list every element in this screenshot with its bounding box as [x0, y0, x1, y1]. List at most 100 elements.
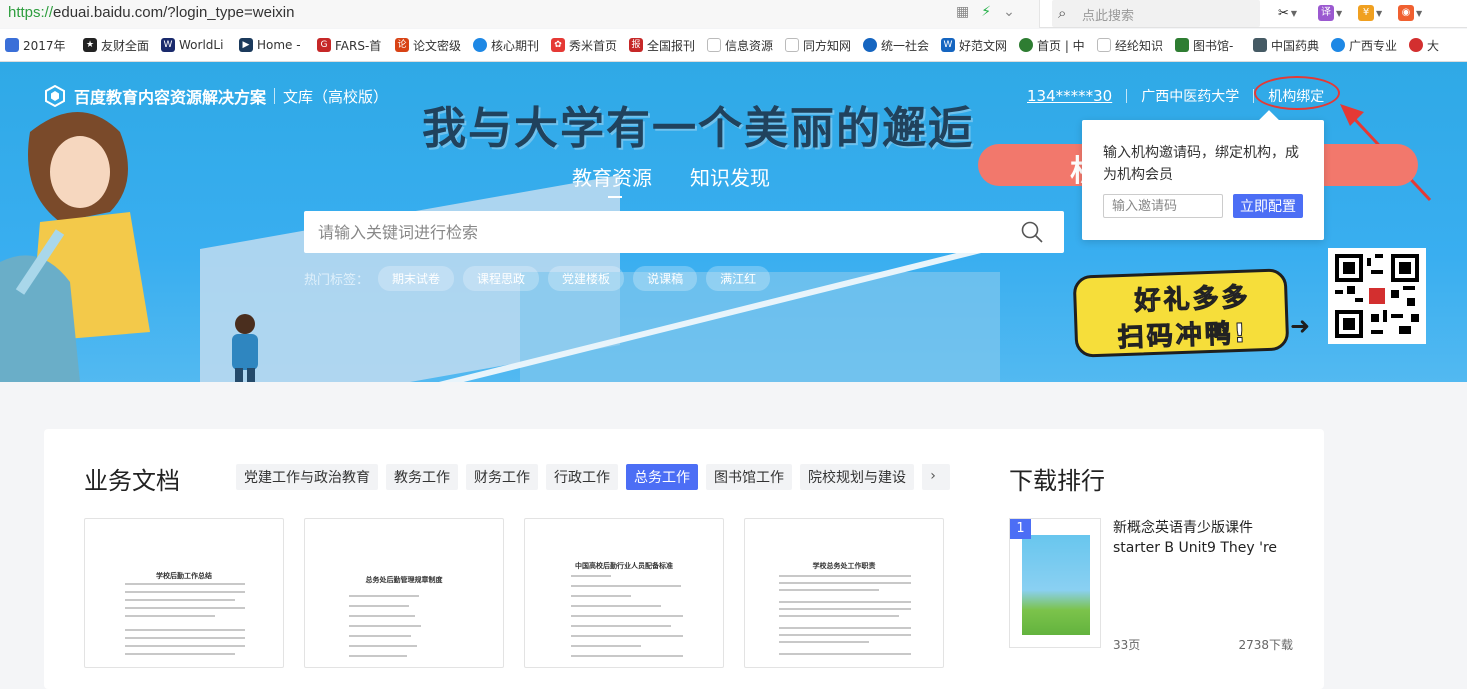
doc-text-line: [349, 595, 419, 597]
translate-glyph: 译: [1318, 5, 1334, 21]
bookmark-item[interactable]: ▶ Home -: [234, 38, 312, 52]
doc-card[interactable]: 中国高校后勤行业人员配备标准: [524, 518, 724, 668]
bookmark-item[interactable]: 经纶知识: [1092, 37, 1170, 54]
cover-image: [1022, 535, 1090, 635]
bookmark-item[interactable]: 核心期刊: [468, 37, 546, 54]
doc-text-line: [125, 591, 245, 593]
bookmark-item[interactable]: 广西专业: [1326, 37, 1404, 54]
doc-card[interactable]: 总务处后勤管理规章制度: [304, 518, 504, 668]
category-tab[interactable]: 行政工作: [546, 464, 618, 490]
rank-badge: 1: [1010, 519, 1031, 539]
hot-tag[interactable]: 说课稿: [633, 266, 698, 291]
search-input[interactable]: [318, 219, 998, 245]
bookmark-item[interactable]: 信息资源: [702, 37, 780, 54]
category-tab-active[interactable]: 总务工作: [626, 464, 698, 490]
bookmark-label: 同方知网: [803, 38, 852, 53]
ranking-item[interactable]: 1 新概念英语青少版课件starter B Unit9 They 're 33页…: [1009, 518, 1309, 652]
bookmark-label: 广西专业: [1349, 38, 1398, 53]
lightning-icon[interactable]: ⚡: [981, 4, 991, 20]
download-count: 2738下载: [1238, 638, 1293, 652]
bind-institution-popover: 输入机构邀请码，绑定机构，成为机构会员 立即配置: [1082, 110, 1324, 240]
doc-text-line: [349, 645, 417, 647]
doc-title: 学校总务处工作职责: [812, 562, 876, 570]
url-box[interactable]: https://eduai.baidu.com/?login_type=weix…: [0, 0, 1040, 28]
institution-link[interactable]: 广西中医药大学: [1141, 86, 1239, 106]
doc-text-line: [349, 625, 421, 627]
scissors-glyph: ✂: [1278, 5, 1289, 21]
bookmark-item[interactable]: 2017年: [0, 37, 78, 54]
bookmark-favicon: [5, 38, 19, 52]
hot-tag[interactable]: 党建楼板: [548, 266, 625, 291]
category-tab[interactable]: 院校规划与建设: [800, 464, 914, 490]
bookmark-item[interactable]: 论论文密级: [390, 37, 468, 54]
bookmark-item[interactable]: W 好范文网: [936, 37, 1014, 54]
bookmark-favicon: [1253, 38, 1267, 52]
bookmark-item[interactable]: 同方知网: [780, 37, 858, 54]
doc-card[interactable]: 学校后勤工作总结: [84, 518, 284, 668]
girl-illustration: [0, 112, 150, 382]
popover-caret: [1259, 110, 1279, 130]
doc-card[interactable]: 学校总务处工作职责: [744, 518, 944, 668]
coin-icon[interactable]: ¥ ▼: [1358, 3, 1384, 23]
bookmark-favicon: W: [941, 38, 955, 52]
hot-tag[interactable]: 期末试卷: [378, 266, 455, 291]
hot-tags-label: 热门标签：: [304, 273, 370, 288]
bookmark-favicon: 论: [395, 38, 409, 52]
bookmark-item[interactable]: 报全国报刊: [624, 37, 702, 54]
scissors-icon[interactable]: ✂ ▼: [1278, 3, 1304, 23]
bookmark-label: Home -: [257, 38, 301, 52]
tab-education-resources[interactable]: 教育资源: [572, 162, 652, 198]
bookmark-item[interactable]: W WorldLi: [156, 38, 234, 52]
invite-code-input[interactable]: [1103, 194, 1223, 218]
chevron-down-icon: ▼: [1290, 8, 1298, 18]
account-link[interactable]: 134*****30: [1027, 87, 1112, 105]
site-logo[interactable]: 百度教育内容资源解决方案 文库（高校版）: [44, 84, 388, 108]
hot-tag[interactable]: 满江红: [706, 266, 771, 291]
configure-now-button[interactable]: 立即配置: [1233, 194, 1303, 218]
doc-text-line: [125, 599, 235, 601]
bookmark-label: 全国报刊: [647, 38, 696, 53]
category-tab[interactable]: 党建工作与政治教育: [236, 464, 378, 490]
bookmark-label: WorldLi: [179, 38, 224, 52]
tab-knowledge-discovery[interactable]: 知识发现: [690, 162, 770, 191]
grid-icon[interactable]: ▦: [956, 4, 969, 20]
bookmark-item[interactable]: 大: [1404, 37, 1467, 54]
bookmark-item[interactable]: ✿ 秀米首页: [546, 37, 624, 54]
institution-bind-link[interactable]: 机构绑定: [1254, 76, 1341, 110]
ranking-item-title[interactable]: 新概念英语青少版课件starter B Unit9 They 're: [1113, 518, 1293, 558]
content-card: 业务文档 党建工作与政治教育 教务工作 财务工作 行政工作 总务工作 图书馆工作…: [44, 429, 1324, 689]
bookmark-label: 大: [1427, 38, 1440, 53]
bookmark-item[interactable]: 中国药典: [1248, 37, 1326, 54]
doc-text-line: [779, 582, 911, 584]
gamepad-icon[interactable]: ◉ ▼: [1398, 3, 1424, 23]
bookmark-item[interactable]: G FARS-首: [312, 37, 390, 54]
chevron-down-icon[interactable]: ⌄: [1003, 4, 1015, 20]
promo-sticker[interactable]: 好礼多多 扫码冲鸭!: [1072, 268, 1290, 358]
bookmark-favicon: [1409, 38, 1423, 52]
doc-text-line: [125, 653, 235, 655]
hot-tag[interactable]: 课程思政: [463, 266, 540, 291]
chevron-right-icon[interactable]: ›: [922, 464, 944, 488]
browser-search-box[interactable]: ⌕ 点此搜索: [1052, 0, 1260, 27]
category-tab[interactable]: 图书馆工作: [706, 464, 792, 490]
translate-icon[interactable]: 译 ▼: [1318, 3, 1344, 23]
url-text[interactable]: https://eduai.baidu.com/?login_type=weix…: [8, 4, 294, 21]
brand-title: 百度教育内容资源解决方案: [74, 88, 267, 107]
category-tab[interactable]: 财务工作: [466, 464, 538, 490]
bookmark-item[interactable]: 图书馆-: [1170, 37, 1248, 54]
bookmark-label: 秀米首页: [569, 38, 618, 53]
ranking-item-meta: 33页 2738下载: [1113, 636, 1293, 653]
doc-text-line: [349, 655, 407, 657]
doc-text-line: [779, 627, 911, 629]
category-tab[interactable]: 教务工作: [386, 464, 458, 490]
search-icon[interactable]: [1020, 220, 1044, 244]
bookmark-item[interactable]: 统一社会: [858, 37, 936, 54]
bookmark-item[interactable]: ★ 友财全面: [78, 37, 156, 54]
doc-text-line: [571, 585, 681, 587]
coin-glyph: ¥: [1358, 5, 1374, 21]
bookmark-label: 图书馆-: [1193, 38, 1234, 53]
bookmark-item[interactable]: 首页 | 中: [1014, 37, 1092, 54]
business-docs-title: 业务文档: [84, 467, 180, 495]
doc-text-line: [349, 605, 409, 607]
hot-tags: 热门标签： 期末试卷 课程思政 党建楼板 说课稿 满江红: [304, 266, 771, 291]
